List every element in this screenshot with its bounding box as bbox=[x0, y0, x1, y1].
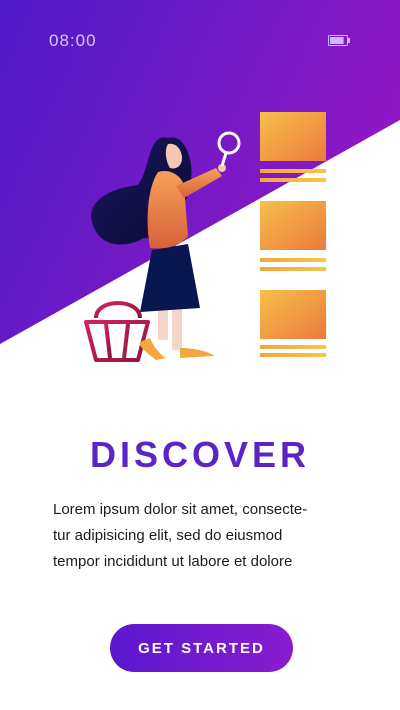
hero-background bbox=[0, 0, 400, 362]
battery-icon bbox=[328, 35, 350, 46]
description-line: tur adipisicing elit, sed do eiusmod bbox=[53, 527, 283, 544]
product-card-icon bbox=[260, 112, 326, 182]
product-card-icon bbox=[260, 290, 326, 357]
onboarding-title: DISCOVER bbox=[89, 434, 311, 475]
diagonal-gradient-panel bbox=[0, 0, 400, 344]
get-started-button[interactable]: GET STARTED bbox=[110, 624, 293, 672]
description-line: Lorem ipsum dolor sit amet, consecte- bbox=[53, 501, 308, 518]
hero-illustration: 08:00 bbox=[0, 0, 400, 400]
status-time: 08:00 bbox=[49, 31, 97, 50]
description-line: tempor incididunt ut labore et dolore bbox=[53, 553, 293, 570]
product-card-icon bbox=[260, 201, 326, 271]
onboarding-description: Lorem ipsum dolor sit amet, consecte- tu… bbox=[53, 497, 353, 575]
